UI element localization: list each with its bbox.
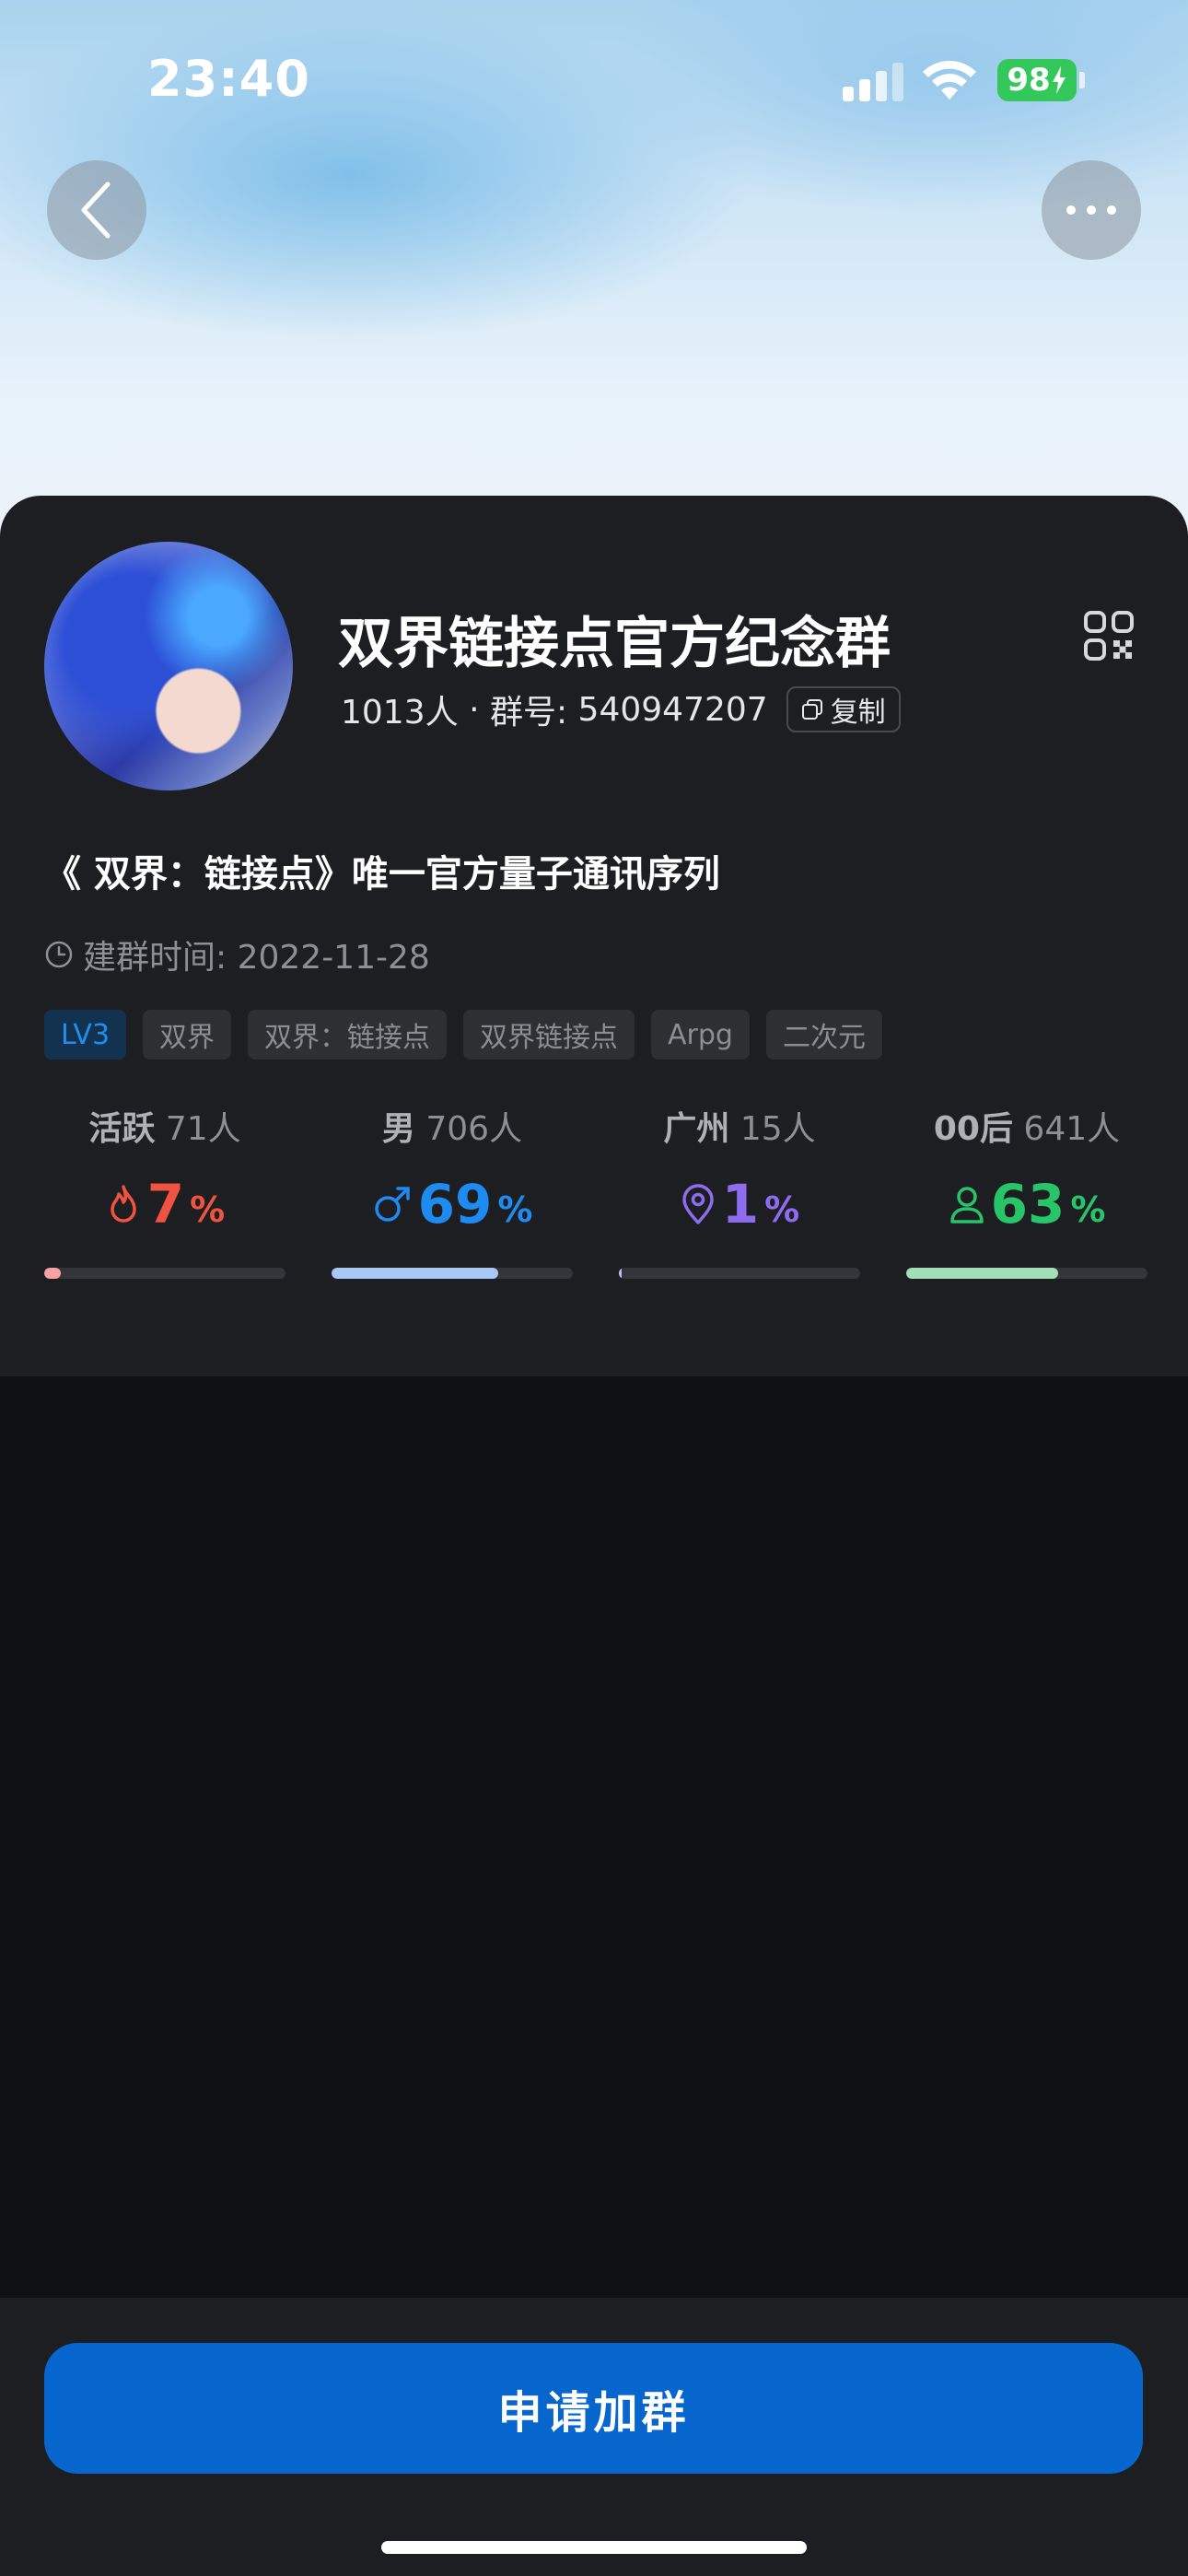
stat-male: 男 706人 69% — [332, 1102, 573, 1279]
stat-label: 广州 15人 — [663, 1110, 816, 1148]
group-number: 540947207 — [577, 690, 768, 729]
charging-bolt-icon — [1052, 66, 1066, 94]
group-avatar[interactable] — [44, 542, 293, 790]
tag-list: LV3 双界 双界：链接点 双界链接点 Arpg 二次元 — [44, 1010, 882, 1060]
stat-percent: 7% — [44, 1172, 285, 1236]
stat-bar-track — [906, 1268, 1147, 1279]
clock-icon — [45, 941, 73, 968]
status-bar: 23:40 98 — [0, 0, 1188, 157]
group-name: 双界链接点官方纪念群 — [338, 612, 891, 676]
stat-bar-fill — [44, 1268, 62, 1279]
group-meta-row: 1013人 · 群号: 540947207 复制 — [341, 685, 901, 733]
back-button[interactable] — [47, 160, 146, 260]
battery-cap — [1079, 72, 1085, 88]
stat-label: 活跃 71人 — [88, 1110, 241, 1148]
stat-percent: 63% — [906, 1172, 1147, 1236]
stat-bar-track — [44, 1268, 285, 1279]
stat-percent: 69% — [332, 1172, 573, 1236]
stat-label: 男 706人 — [381, 1110, 523, 1148]
battery-level: 98 — [1007, 62, 1051, 99]
stat-location: 广州 15人 1% — [619, 1102, 860, 1279]
status-time: 23:40 — [147, 50, 310, 108]
copy-button[interactable]: 复制 — [786, 686, 901, 732]
cellular-signal-icon — [843, 63, 903, 101]
home-indicator — [381, 2541, 807, 2554]
tag-item[interactable]: 二次元 — [765, 1010, 882, 1060]
stat-bar-fill — [619, 1268, 622, 1279]
copy-icon — [801, 699, 822, 720]
stat-bar-track — [619, 1268, 860, 1279]
stat-active: 活跃 71人 7% — [44, 1102, 285, 1279]
stat-bar-fill — [332, 1268, 498, 1279]
stat-label: 00后 641人 — [933, 1110, 1121, 1148]
more-options-button[interactable] — [1042, 160, 1141, 260]
male-icon — [374, 1187, 410, 1222]
stat-bar-fill — [906, 1268, 1059, 1279]
group-stats: 活跃 71人 7% 男 706人 69% 广州 15人 1% 00后 641人 … — [44, 1102, 1147, 1286]
join-group-button[interactable]: 申请加群 — [44, 2343, 1143, 2474]
location-pin-icon — [682, 1184, 714, 1224]
tag-level[interactable]: LV3 — [44, 1010, 127, 1060]
battery-indicator: 98 — [997, 59, 1077, 101]
tag-item[interactable]: 双界链接点 — [463, 1010, 635, 1060]
flame-icon — [111, 1185, 136, 1223]
chevron-left-icon — [81, 181, 111, 239]
stat-percent: 1% — [619, 1172, 860, 1236]
member-count: 1013人 — [341, 694, 459, 732]
tag-item[interactable]: 双界 — [143, 1010, 232, 1060]
created-date: 2022-11-28 — [237, 939, 430, 977]
copy-label: 复制 — [830, 697, 886, 729]
tag-item[interactable]: Arpg — [651, 1010, 750, 1060]
stat-bar-track — [332, 1268, 573, 1279]
group-number-label: 群号: — [489, 694, 578, 732]
qr-code-icon[interactable] — [1083, 610, 1135, 662]
tag-item[interactable]: 双界：链接点 — [248, 1010, 448, 1060]
meta-separator: · — [458, 690, 490, 729]
group-description: 《 双界：链接点》唯一官方量子通讯序列 — [44, 853, 720, 896]
created-date-row: 建群时间: 2022-11-28 — [44, 931, 430, 978]
wifi-icon — [923, 60, 976, 100]
person-icon — [949, 1187, 984, 1224]
ellipsis-icon — [1066, 205, 1116, 215]
stat-age: 00后 641人 63% — [906, 1102, 1147, 1279]
created-label: 建群时间: — [83, 939, 238, 977]
